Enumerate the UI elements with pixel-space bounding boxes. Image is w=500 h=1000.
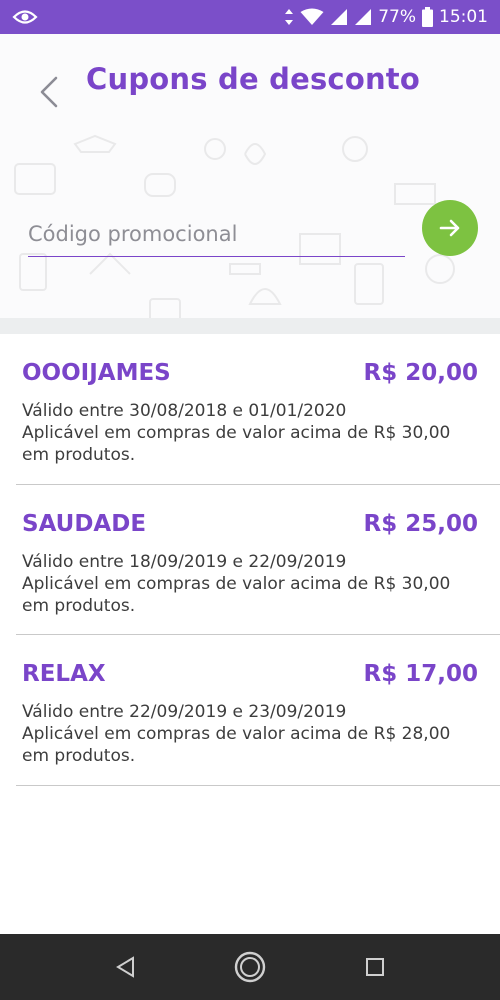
nav-home-icon[interactable] [233,950,267,984]
coupon-validity: Válido entre 18/09/2019 e 22/09/2019 [22,552,347,572]
coupon-description: Válido entre 18/09/2019 e 22/09/2019 Apl… [22,551,482,617]
header: Cupons de desconto [0,34,500,324]
coupon-value: R$ 17,00 [363,661,478,687]
apply-promo-button[interactable] [422,200,478,256]
clock: 15:01 [439,7,488,27]
signal-icon-2 [355,9,372,25]
coupon-condition: Aplicável em compras de valor acima de R… [22,724,451,766]
coupon-condition: Aplicável em compras de valor acima de R… [22,423,451,465]
navigation-bar [0,934,500,1000]
wifi-icon [300,8,324,25]
coupon-validity: Válido entre 30/08/2018 e 01/01/2020 [22,401,347,421]
coupon-condition: Aplicável em compras de valor acima de R… [22,574,451,616]
coupon-code: OOOIJAMES [22,360,171,386]
promo-code-input[interactable] [28,216,405,257]
battery-percent: 77% [378,7,416,27]
coupon-separator [16,484,500,485]
page-title: Cupons de desconto [86,62,420,96]
coupon-description: Válido entre 30/08/2018 e 01/01/2020 Apl… [22,400,482,466]
nav-back-icon[interactable] [114,955,136,979]
nav-recents-icon[interactable] [364,956,386,978]
data-arrows-icon [285,9,294,25]
back-arrow-icon[interactable] [34,72,64,112]
coupon-validity: Válido entre 22/09/2019 e 23/09/2019 [22,702,347,722]
coupon-code: RELAX [22,661,106,687]
section-divider [0,318,500,334]
signal-icon [331,9,348,25]
coupon-separator [16,785,500,786]
eye-icon [12,10,38,24]
coupon-description: Válido entre 22/09/2019 e 23/09/2019 Apl… [22,701,482,767]
coupon-separator [16,634,500,635]
coupon-value: R$ 25,00 [363,511,478,537]
coupon-value: R$ 20,00 [363,360,478,386]
battery-icon [422,7,433,27]
arrow-right-icon [439,219,460,237]
coupon-code: SAUDADE [22,511,147,537]
status-bar: 77% 15:01 [0,0,500,34]
